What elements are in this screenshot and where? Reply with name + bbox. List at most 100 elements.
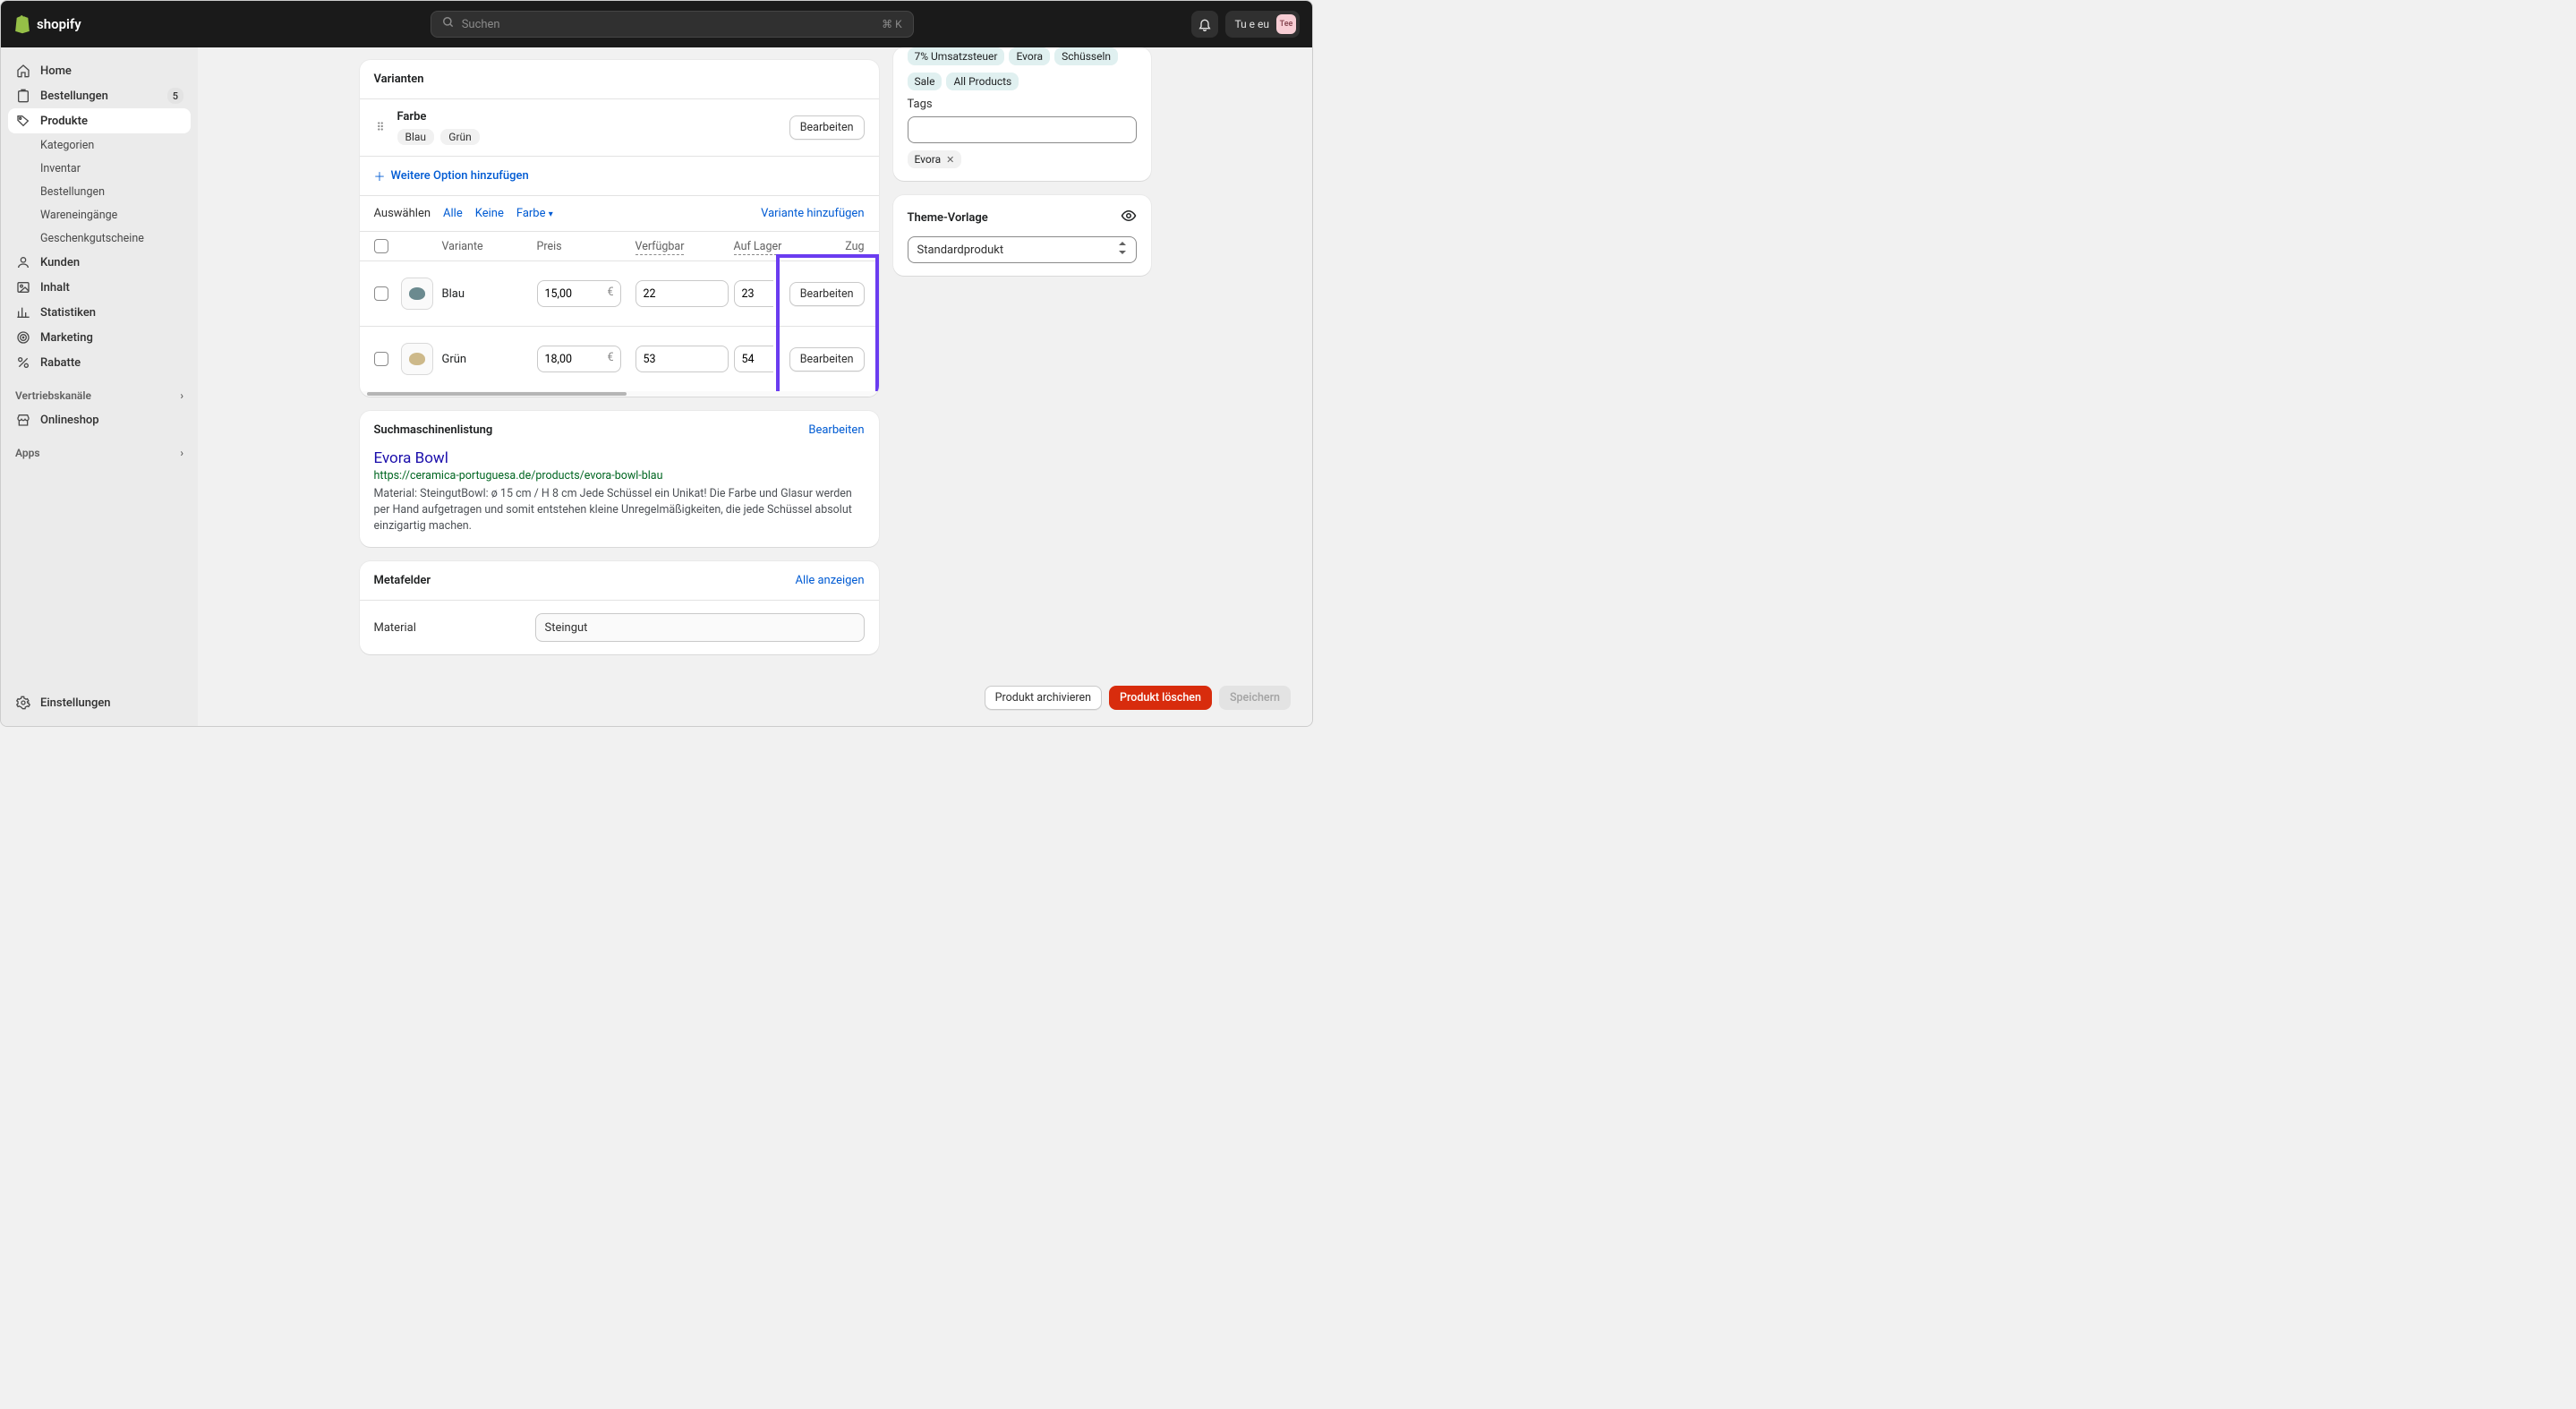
nav-orders[interactable]: Bestellungen 5 <box>8 83 191 108</box>
col-available: Verfügbar <box>635 240 685 255</box>
row-checkbox[interactable] <box>374 352 388 366</box>
collections-row: Sale All Products <box>908 73 1137 90</box>
home-icon <box>15 63 31 79</box>
col-price: Preis <box>537 240 635 253</box>
horizontal-scrollbar[interactable] <box>360 391 879 397</box>
theme-template-select[interactable]: Standardprodukt <box>908 236 1137 263</box>
image-icon <box>15 279 31 295</box>
seo-description: Material: SteingutBowl: ø 15 cm / H 8 cm… <box>374 486 865 534</box>
edit-variant-button[interactable]: Bearbeiten <box>789 282 865 306</box>
onhand-input[interactable] <box>734 280 773 307</box>
variant-thumbnail[interactable] <box>401 278 433 310</box>
nav-purchase-orders[interactable]: Bestellungen <box>8 180 191 203</box>
available-input[interactable] <box>635 280 729 307</box>
notifications-button[interactable] <box>1191 11 1218 38</box>
metafield-label: Material <box>374 621 535 635</box>
tags-input[interactable] <box>908 116 1137 143</box>
plus-icon: ＋ <box>374 167 386 184</box>
nav-inventory[interactable]: Inventar <box>8 157 191 180</box>
tags-label: Tags <box>908 98 1137 111</box>
filter-none[interactable]: Keine <box>475 207 504 220</box>
user-name: Tu e eu <box>1234 18 1269 30</box>
option-name: Farbe <box>397 110 779 124</box>
add-option-button[interactable]: ＋ Weitere Option hinzufügen <box>360 156 879 195</box>
save-button: Speichern <box>1219 686 1291 710</box>
nav-discounts[interactable]: Rabatte <box>8 350 191 375</box>
channels-heading[interactable]: Vertriebskanäle › <box>8 375 191 407</box>
add-variant-button[interactable]: Variante hinzufügen <box>761 207 864 220</box>
col-variant: Variante <box>442 240 537 253</box>
sidebar: Home Bestellungen 5 Produkte Kategorien … <box>1 47 198 726</box>
nav-marketing[interactable]: Marketing <box>8 325 191 350</box>
collection-chip[interactable]: Evora <box>1009 47 1050 65</box>
onhand-input[interactable] <box>734 346 773 372</box>
topbar: shopify Suchen ⌘ K Tu e eu Tee <box>1 1 1312 47</box>
preview-icon[interactable] <box>1121 208 1137 227</box>
collection-chip[interactable]: 7% Umsatzsteuer <box>908 47 1005 65</box>
variant-row[interactable]: Grün € Bearbeiten <box>360 326 879 391</box>
option-value-chip: Blau <box>397 129 435 145</box>
theme-heading: Theme-Vorlage <box>908 211 988 225</box>
seo-title: Evora Bowl <box>374 449 865 467</box>
avatar: Tee <box>1276 14 1296 34</box>
metafield-value-input[interactable]: Steingut <box>535 613 865 642</box>
tag-icon <box>15 113 31 129</box>
option-row: Farbe Blau Grün Bearbeiten <box>360 98 879 156</box>
select-chevron-icon <box>1118 242 1127 258</box>
remove-tag-icon[interactable]: ✕ <box>946 154 954 166</box>
collection-chip[interactable]: All Products <box>946 73 1019 90</box>
drag-handle-icon[interactable] <box>374 120 387 136</box>
select-all-checkbox[interactable] <box>374 239 388 253</box>
search-icon <box>442 16 455 32</box>
nav-gift-cards[interactable]: Geschenkgutscheine <box>8 226 191 250</box>
nav-transfers[interactable]: Wareneingänge <box>8 203 191 226</box>
nav-online-store[interactable]: Onlineshop <box>8 407 191 432</box>
orders-icon <box>15 88 31 104</box>
nav-content[interactable]: Inhalt <box>8 275 191 300</box>
nav-customers[interactable]: Kunden <box>8 250 191 275</box>
gear-icon <box>15 695 31 711</box>
logo-text: shopify <box>37 16 81 32</box>
search-shortcut: ⌘ K <box>882 18 902 30</box>
edit-variant-button[interactable]: Bearbeiten <box>789 347 865 371</box>
edit-seo-button[interactable]: Bearbeiten <box>808 423 864 437</box>
archive-product-button[interactable]: Produkt archivieren <box>985 686 1102 710</box>
variant-name: Blau <box>442 287 537 301</box>
seo-card: Suchmaschinenlistung Bearbeiten Evora Bo… <box>360 411 879 547</box>
filter-color[interactable]: Farbe ▾ <box>516 207 553 220</box>
variant-thumbnail[interactable] <box>401 343 433 375</box>
nav-home[interactable]: Home <box>8 58 191 83</box>
currency-label: € <box>607 286 613 299</box>
col-onhand: Auf Lager <box>734 240 782 255</box>
col-trailing: Zug <box>788 240 865 253</box>
nav-analytics[interactable]: Statistiken <box>8 300 191 325</box>
variant-name: Grün <box>442 353 537 366</box>
theme-template-card: Theme-Vorlage Standardprodukt <box>893 195 1151 276</box>
variant-row[interactable]: Blau € Bearbeiten <box>360 260 879 326</box>
person-icon <box>15 254 31 270</box>
seo-url: https://ceramica-portuguesa.de/products/… <box>374 469 865 482</box>
metafields-heading: Metafelder <box>374 574 431 587</box>
metafields-card: Metafelder Alle anzeigen Material Steing… <box>360 561 879 654</box>
search-input[interactable]: Suchen ⌘ K <box>431 11 914 38</box>
row-checkbox[interactable] <box>374 286 388 301</box>
available-input[interactable] <box>635 346 729 372</box>
apps-heading[interactable]: Apps › <box>8 432 191 465</box>
filter-all[interactable]: Alle <box>443 207 463 220</box>
option-value-chip: Grün <box>440 129 479 145</box>
nav-products[interactable]: Produkte <box>8 108 191 133</box>
shopify-logo[interactable]: shopify <box>13 14 81 34</box>
variant-table: Variante Preis Verfügbar Auf Lager Zug B… <box>360 231 879 391</box>
edit-option-button[interactable]: Bearbeiten <box>789 115 865 140</box>
seo-heading: Suchmaschinenlistung <box>374 423 493 437</box>
collection-chip[interactable]: Sale <box>908 73 943 90</box>
nav-settings[interactable]: Einstellungen <box>8 690 191 715</box>
chevron-right-icon: › <box>180 389 183 402</box>
delete-product-button[interactable]: Produkt löschen <box>1109 686 1212 710</box>
show-all-metafields[interactable]: Alle anzeigen <box>796 574 865 587</box>
collection-chip[interactable]: Schüsseln <box>1054 47 1118 65</box>
nav-categories[interactable]: Kategorien <box>8 133 191 157</box>
variant-toolbar: Auswählen Alle Keine Farbe ▾ Variante hi… <box>360 195 879 231</box>
user-menu[interactable]: Tu e eu Tee <box>1225 11 1300 38</box>
select-label: Auswählen <box>374 207 431 220</box>
